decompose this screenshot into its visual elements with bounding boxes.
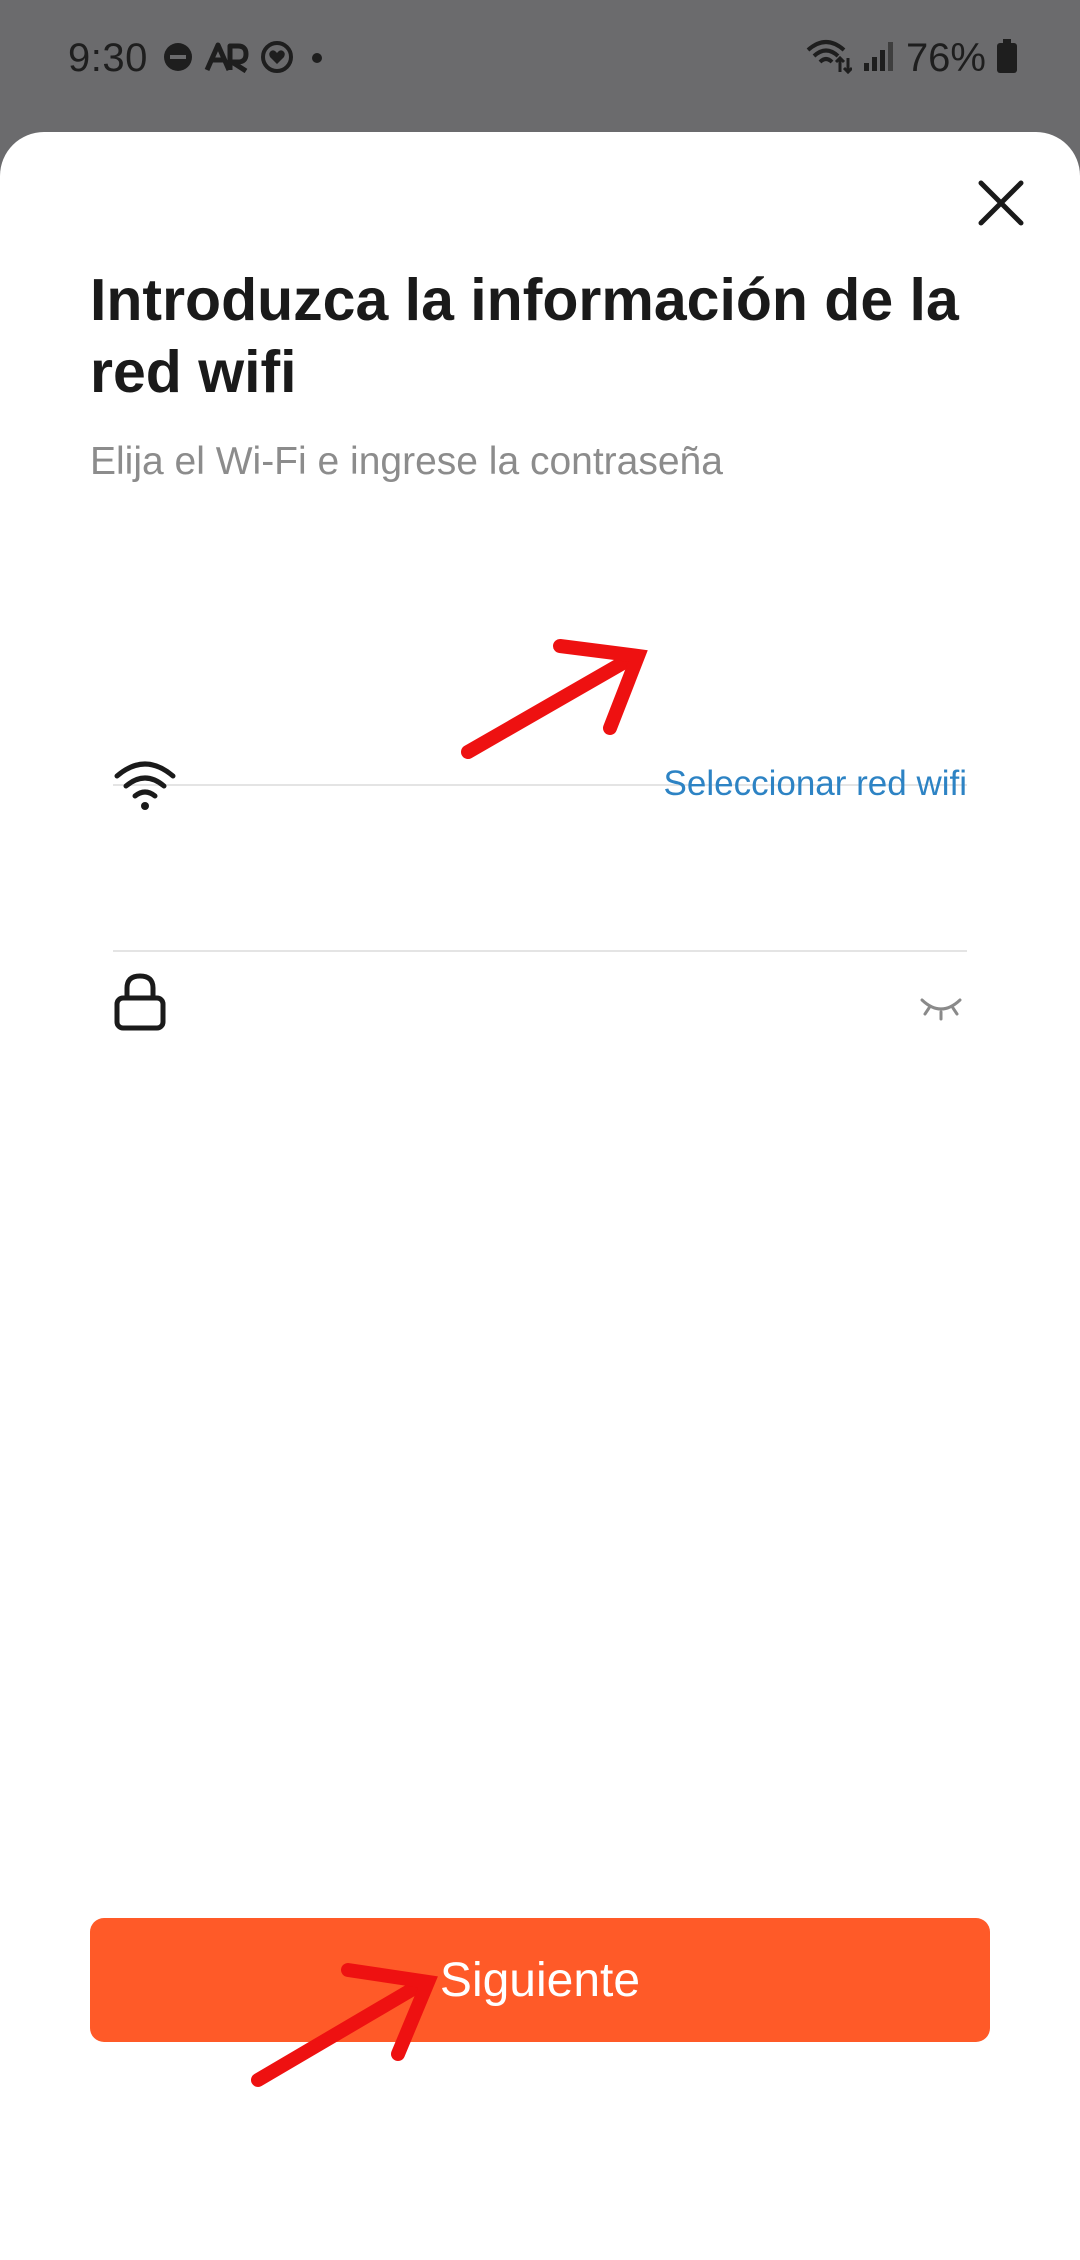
password-field-row [113,792,967,1036]
close-icon [978,180,1024,226]
dot-icon [304,41,330,78]
wifi-data-icon [806,38,853,79]
wifi-info-sheet: Introduzca la información de la red wifi… [0,132,1080,2260]
status-bar: 9:30 76% [0,0,1080,120]
screen: 9:30 76% Introduzca la información de la… [0,0,1080,2260]
next-button[interactable]: Siguiente [90,1918,990,2042]
password-visibility-toggle[interactable] [919,992,963,1022]
status-time: 9:30 [68,36,148,80]
status-icons-right: 76% [806,36,1018,81]
heart-circle-icon [260,40,294,79]
battery-icon [996,38,1018,79]
do-not-disturb-icon [162,41,194,78]
signal-bars-icon [862,39,896,78]
page-subtitle: Elija el Wi-Fi e ingrese la contraseña [90,440,723,483]
page-title: Introduzca la información de la red wifi [90,267,959,405]
lock-icon [113,972,167,1032]
password-input[interactable] [223,976,863,1036]
status-icons-left [162,40,330,79]
ar-icon [204,41,250,78]
eye-closed-icon [920,998,962,1021]
wifi-field-row: Seleccionar red wifi [113,622,967,810]
battery-percent: 76% [905,36,986,80]
close-button[interactable] [966,168,1036,238]
